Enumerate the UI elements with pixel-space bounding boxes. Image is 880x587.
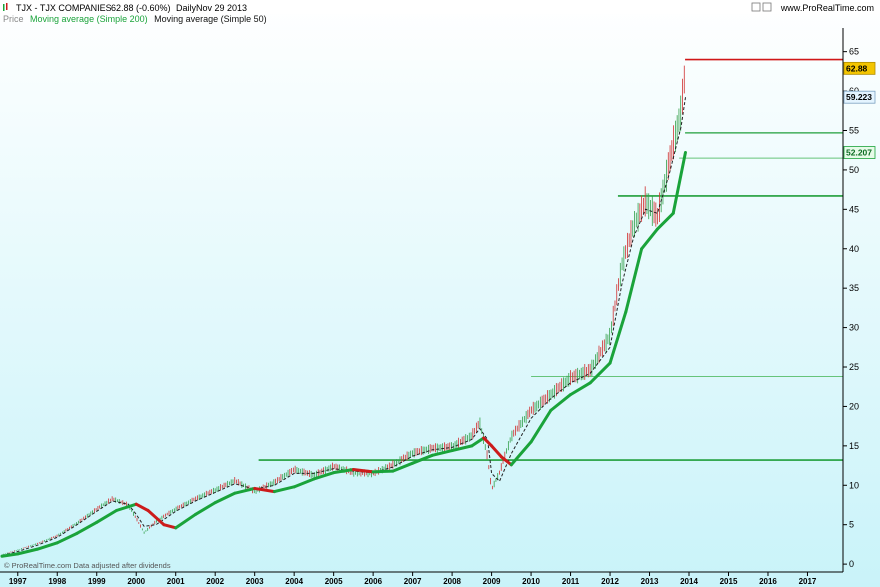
x-tick-label: 2000 bbox=[127, 577, 145, 586]
legend: Price Moving average (Simple 200) Moving… bbox=[3, 14, 267, 24]
legend-ma200: Moving average (Simple 200) bbox=[30, 14, 148, 24]
y-tick-label: 10 bbox=[849, 480, 859, 490]
y-tick-label: 5 bbox=[849, 520, 854, 530]
chart-background bbox=[0, 0, 880, 587]
x-tick-label: 2003 bbox=[246, 577, 264, 586]
x-tick-label: 2004 bbox=[285, 577, 303, 586]
x-tick-label: 2006 bbox=[364, 577, 382, 586]
y-tick-label: 40 bbox=[849, 244, 859, 254]
y-tick-label: 30 bbox=[849, 323, 859, 333]
header-symbol: TJX - TJX COMPANIES bbox=[16, 3, 112, 13]
x-tick-label: 2005 bbox=[325, 577, 343, 586]
y-tick-label: 25 bbox=[849, 362, 859, 372]
source-label: www.ProRealTime.com bbox=[780, 3, 874, 13]
x-tick-label: 1998 bbox=[48, 577, 66, 586]
header-date: Nov 29 2013 bbox=[196, 3, 247, 13]
x-tick-label: 2002 bbox=[206, 577, 224, 586]
value-badge-text-ma50: 59.223 bbox=[846, 92, 872, 102]
ma200-segment bbox=[371, 469, 395, 474]
x-tick-label: 1999 bbox=[88, 577, 106, 586]
y-tick-label: 0 bbox=[849, 559, 854, 569]
x-tick-label: 2016 bbox=[759, 577, 777, 586]
y-tick-label: 55 bbox=[849, 125, 859, 135]
x-tick-label: 2014 bbox=[680, 577, 698, 586]
y-tick-label: 65 bbox=[849, 47, 859, 57]
value-badge-text-price: 62.88 bbox=[846, 63, 868, 73]
x-tick-label: 2013 bbox=[641, 577, 659, 586]
watermark: © ProRealTime.com Data adjusted after di… bbox=[4, 561, 171, 570]
y-tick-label: 45 bbox=[849, 204, 859, 214]
legend-ma50: Moving average (Simple 50) bbox=[154, 14, 267, 24]
x-tick-label: 1997 bbox=[9, 577, 27, 586]
y-tick-label: 15 bbox=[849, 441, 859, 451]
y-tick-label: 35 bbox=[849, 283, 859, 293]
x-tick-label: 2017 bbox=[799, 577, 817, 586]
value-badge-text-ma200: 52.207 bbox=[846, 148, 872, 158]
legend-price: Price bbox=[3, 14, 24, 24]
y-tick-label: 50 bbox=[849, 165, 859, 175]
x-tick-label: 2008 bbox=[443, 577, 461, 586]
x-tick-label: 2015 bbox=[720, 577, 738, 586]
header-quote: 62.88 (-0.60%) bbox=[111, 3, 171, 13]
x-tick-label: 2009 bbox=[483, 577, 501, 586]
candle-icon bbox=[3, 4, 5, 11]
x-tick-label: 2007 bbox=[404, 577, 422, 586]
price-chart: TJX - TJX COMPANIES 62.88 (-0.60%) Daily… bbox=[0, 0, 880, 587]
candle-icon bbox=[6, 3, 8, 10]
x-tick-label: 2011 bbox=[562, 577, 580, 586]
header-period: Daily bbox=[176, 3, 197, 13]
x-tick-label: 2012 bbox=[601, 577, 619, 586]
chart-container: TJX - TJX COMPANIES 62.88 (-0.60%) Daily… bbox=[0, 0, 880, 587]
x-tick-label: 2010 bbox=[522, 577, 540, 586]
x-tick-label: 2001 bbox=[167, 577, 185, 586]
y-tick-label: 20 bbox=[849, 401, 859, 411]
